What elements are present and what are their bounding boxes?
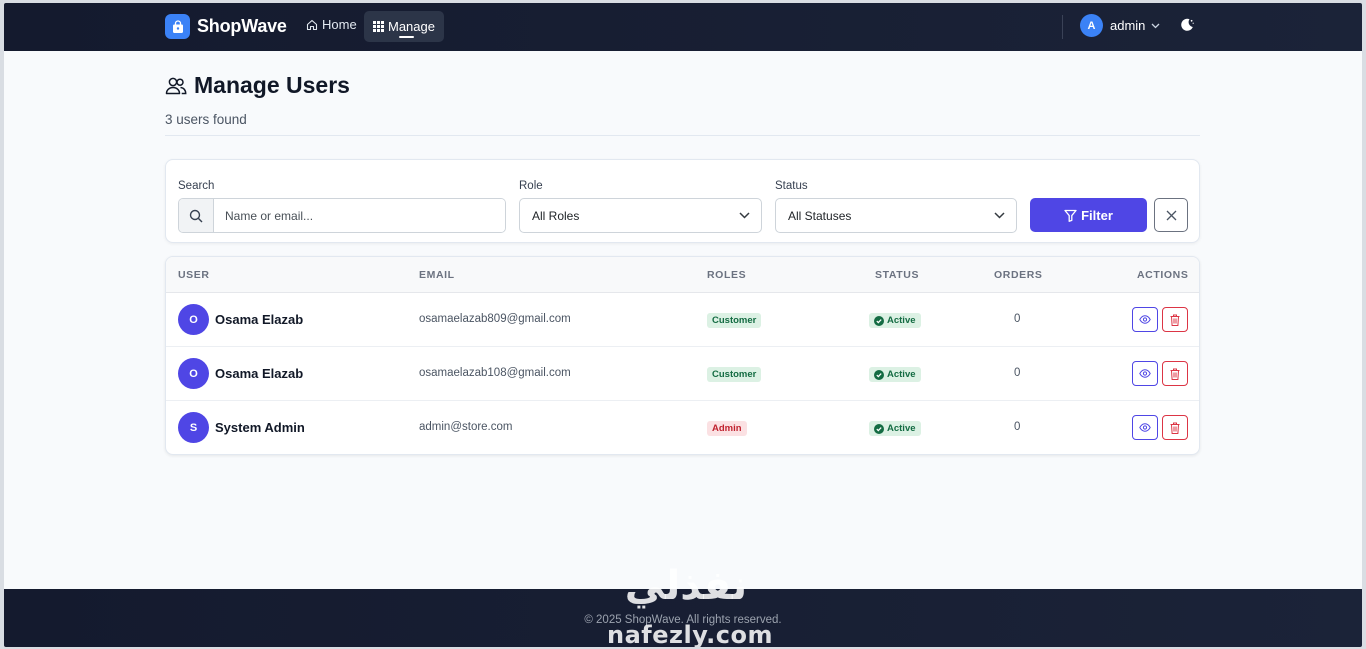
nav-home[interactable]: Home bbox=[306, 17, 357, 32]
user-name: Osama Elazab bbox=[215, 366, 304, 381]
table-header: USER EMAIL ROLES STATUS ORDERS ACTIONS bbox=[166, 257, 1199, 293]
delete-user-button[interactable] bbox=[1162, 415, 1188, 440]
grid-icon bbox=[373, 21, 384, 32]
header-divider bbox=[165, 135, 1200, 136]
order-count: 0 bbox=[1014, 367, 1021, 379]
close-icon bbox=[1166, 210, 1176, 220]
user-menu-toggle[interactable]: A admin bbox=[1080, 14, 1160, 37]
avatar: O bbox=[178, 358, 209, 389]
users-table: USER EMAIL ROLES STATUS ORDERS ACTIONS O… bbox=[165, 256, 1200, 455]
user-name: System Admin bbox=[215, 420, 305, 435]
check-circle-icon bbox=[874, 315, 884, 326]
delete-user-button[interactable] bbox=[1162, 307, 1188, 332]
status-label: Status bbox=[775, 180, 808, 192]
table-row: S System Admin admin@store.com Admin Act… bbox=[166, 401, 1199, 454]
user-cell: O Osama Elazab bbox=[178, 358, 303, 389]
chevron-down-icon bbox=[994, 212, 1005, 219]
results-count: 3 users found bbox=[165, 112, 247, 127]
column-user: USER bbox=[178, 269, 210, 281]
view-user-button[interactable] bbox=[1132, 361, 1158, 386]
status-text: Active bbox=[887, 423, 916, 434]
check-circle-icon bbox=[874, 423, 884, 434]
eye-icon bbox=[1139, 369, 1151, 378]
active-indicator bbox=[399, 36, 414, 38]
brand-link[interactable]: ShopWave bbox=[165, 14, 287, 39]
role-badge: Customer bbox=[707, 367, 762, 382]
username: admin bbox=[1110, 18, 1146, 33]
filter-panel: Search Role All Roles Status All Statuse… bbox=[165, 159, 1200, 243]
brand-name: ShopWave bbox=[197, 16, 287, 36]
nav-home-label: Home bbox=[322, 17, 357, 32]
chevron-down-icon bbox=[739, 212, 750, 219]
search-label: Search bbox=[178, 180, 215, 192]
shopping-bag-icon bbox=[165, 14, 190, 39]
column-orders: ORDERS bbox=[994, 269, 1043, 281]
users-icon bbox=[165, 77, 187, 94]
footer: © 2025 ShopWave. All rights reserved. bbox=[4, 589, 1362, 647]
trash-icon bbox=[1170, 422, 1180, 434]
filter-button-label: Filter bbox=[1081, 207, 1113, 223]
clear-filters-button[interactable] bbox=[1154, 198, 1188, 232]
status-badge: Active bbox=[869, 421, 921, 436]
table-row: O Osama Elazab osamaelazab809@gmail.com … bbox=[166, 293, 1199, 347]
status-badge: Active bbox=[869, 367, 921, 382]
status-badge: Active bbox=[869, 313, 921, 328]
user-email: osamaelazab108@gmail.com bbox=[419, 367, 571, 379]
user-avatar: A bbox=[1080, 14, 1103, 37]
page-header: Manage Users 3 users found bbox=[165, 72, 350, 127]
avatar: O bbox=[178, 304, 209, 335]
nav-manage[interactable]: Manage bbox=[364, 11, 444, 42]
delete-user-button[interactable] bbox=[1162, 361, 1188, 386]
status-select-value: All Statuses bbox=[788, 208, 852, 223]
status-select[interactable]: All Statuses bbox=[775, 198, 1017, 233]
status-text: Active bbox=[887, 369, 916, 380]
role-badge: Admin bbox=[707, 421, 747, 436]
search-group bbox=[178, 198, 506, 233]
trash-icon bbox=[1170, 314, 1180, 326]
user-email: osamaelazab809@gmail.com bbox=[419, 313, 571, 325]
search-input[interactable] bbox=[214, 199, 505, 232]
role-select-value: All Roles bbox=[532, 208, 580, 223]
column-email: EMAIL bbox=[419, 269, 455, 281]
order-count: 0 bbox=[1014, 421, 1021, 433]
nav-manage-label: Manage bbox=[388, 19, 435, 34]
order-count: 0 bbox=[1014, 313, 1021, 325]
theme-toggle[interactable] bbox=[1179, 17, 1195, 38]
role-badge: Customer bbox=[707, 313, 762, 328]
role-select[interactable]: All Roles bbox=[519, 198, 762, 233]
status-text: Active bbox=[887, 315, 916, 326]
view-user-button[interactable] bbox=[1132, 307, 1158, 332]
trash-icon bbox=[1170, 368, 1180, 380]
page-title-text: Manage Users bbox=[194, 72, 350, 98]
copyright-text: © 2025 ShopWave. All rights reserved. bbox=[584, 614, 782, 626]
view-user-button[interactable] bbox=[1132, 415, 1158, 440]
filter-icon bbox=[1064, 209, 1077, 222]
eye-icon bbox=[1139, 315, 1151, 324]
table-row: O Osama Elazab osamaelazab108@gmail.com … bbox=[166, 347, 1199, 401]
home-icon bbox=[306, 19, 318, 30]
column-status: STATUS bbox=[875, 269, 920, 281]
top-navbar: ShopWave Home Manage A admin bbox=[4, 3, 1362, 51]
role-label: Role bbox=[519, 180, 543, 192]
chevron-down-icon bbox=[1151, 23, 1160, 28]
eye-icon bbox=[1139, 423, 1151, 432]
column-actions: ACTIONS bbox=[1137, 269, 1189, 281]
user-name: Osama Elazab bbox=[215, 312, 304, 327]
app-window: ShopWave Home Manage A admin Manage User… bbox=[4, 3, 1362, 647]
user-email: admin@store.com bbox=[419, 421, 513, 433]
page-title: Manage Users bbox=[165, 72, 350, 99]
check-circle-icon bbox=[874, 369, 884, 380]
nav-divider bbox=[1062, 15, 1063, 39]
user-cell: S System Admin bbox=[178, 412, 305, 443]
avatar: S bbox=[178, 412, 209, 443]
search-icon bbox=[179, 199, 214, 232]
column-roles: ROLES bbox=[707, 269, 747, 281]
moon-icon bbox=[1181, 18, 1194, 31]
user-cell: O Osama Elazab bbox=[178, 304, 303, 335]
filter-button[interactable]: Filter bbox=[1030, 198, 1147, 232]
